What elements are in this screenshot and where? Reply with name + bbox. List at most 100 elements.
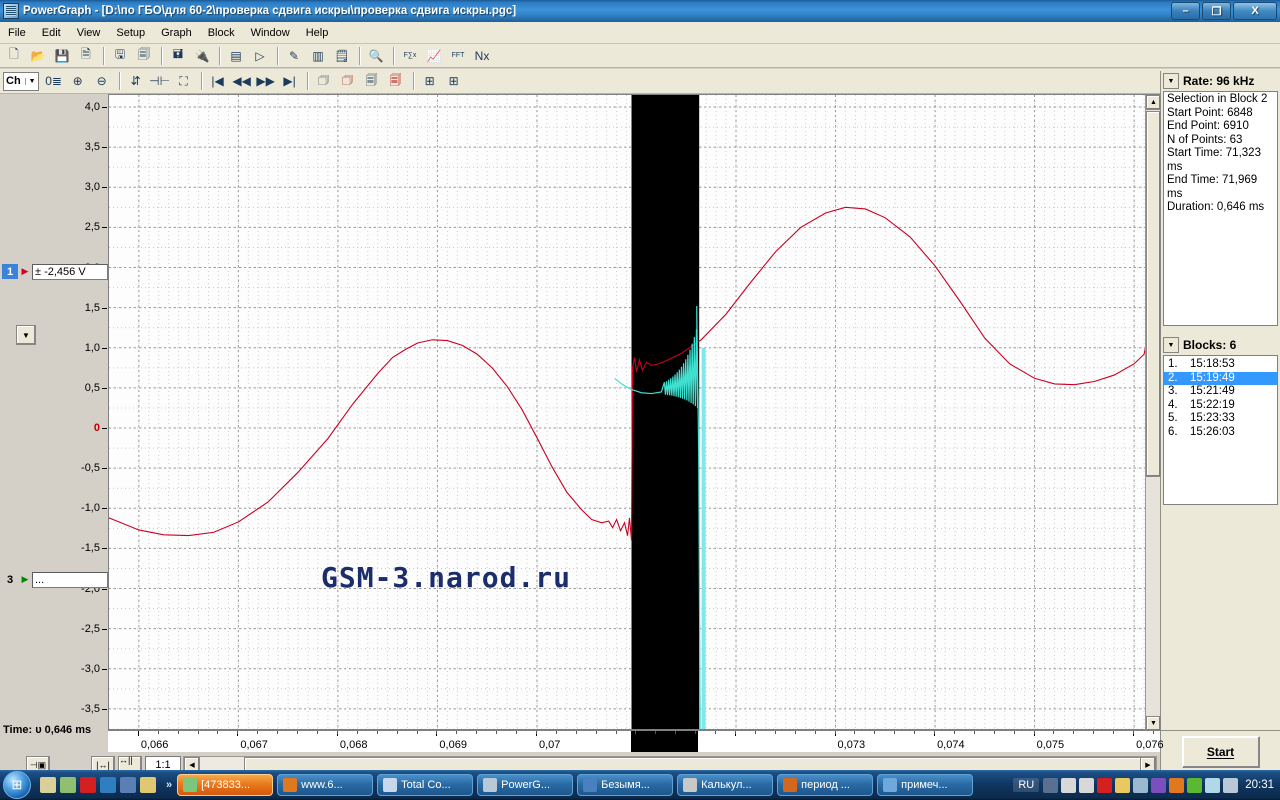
taskbar-button[interactable]: Total Co... xyxy=(377,774,474,796)
go-last-icon[interactable]: ▶| xyxy=(279,71,301,92)
go-next-icon[interactable]: ▶▶ xyxy=(255,71,277,92)
scroll-up-button[interactable]: ▲ xyxy=(1146,95,1161,110)
windows-orb-icon[interactable]: ⊞ xyxy=(3,771,31,799)
scroll-down-button[interactable]: ▼ xyxy=(1146,716,1161,731)
delete-block-icon[interactable]: 🗇 xyxy=(337,71,359,92)
taskbar-button[interactable]: Безымя... xyxy=(577,774,674,796)
blocks-dropdown-button[interactable]: ▼ xyxy=(1163,337,1179,353)
data-sheet-icon[interactable]: 🗒 xyxy=(331,45,353,66)
tray-speaker-icon[interactable] xyxy=(1079,777,1095,793)
quicklaunch-clock-icon[interactable] xyxy=(140,777,156,793)
tray-refresh-icon[interactable] xyxy=(1169,777,1185,793)
menu-item-window[interactable]: Window xyxy=(243,24,298,42)
chevron-more-icon[interactable]: » xyxy=(161,779,177,791)
copy-page-icon[interactable]: 🗎 xyxy=(75,45,97,66)
device-board-icon[interactable]: ▤ xyxy=(225,45,247,66)
vertical-scrollbar[interactable]: ▲ ▼ xyxy=(1145,95,1161,731)
block-list-item[interactable]: 4. 15:22:19 xyxy=(1164,399,1277,413)
taskbar-button[interactable]: PowerG... xyxy=(477,774,574,796)
quicklaunch-ie-icon[interactable] xyxy=(100,777,116,793)
channel-value-field[interactable]: ± -2,456 V xyxy=(32,263,108,280)
taskbar-button[interactable]: www.6... xyxy=(277,774,374,796)
taskbar-button[interactable]: примеч... xyxy=(877,774,974,796)
tray-volume-icon[interactable] xyxy=(1061,777,1077,793)
new-file-icon[interactable]: 🗋 xyxy=(3,45,25,66)
zoom-in-icon[interactable]: ⊕ xyxy=(67,71,89,92)
add-block-icon[interactable]: 🗇 xyxy=(313,71,335,92)
export-file-icon[interactable]: 🖬 xyxy=(167,45,189,66)
tray-network-disconnected-icon[interactable] xyxy=(1043,777,1059,793)
insert-left-icon[interactable]: ⊞ xyxy=(419,71,441,92)
fit-window-icon[interactable]: ⛶ xyxy=(173,71,195,92)
insert-right-icon[interactable]: ⊞ xyxy=(443,71,465,92)
blocks-list[interactable]: 1. 15:18:53 2. 15:19:49 3. 15:21:49 4. 15:22:19… xyxy=(1163,355,1278,505)
tray-update-icon[interactable] xyxy=(1133,777,1149,793)
language-indicator[interactable]: RU xyxy=(1013,778,1040,792)
zoom-out-icon[interactable]: ⊖ xyxy=(91,71,113,92)
selection-highlight-band[interactable] xyxy=(631,95,700,729)
channel-value-field[interactable]: ... xyxy=(32,571,108,588)
minimize-button[interactable]: – xyxy=(1171,2,1200,20)
tray-monitor-icon[interactable] xyxy=(1223,777,1239,793)
quicklaunch-chart-icon[interactable] xyxy=(120,777,136,793)
align-vertical-icon[interactable]: ⇵ xyxy=(125,71,147,92)
maximize-button[interactable]: ❐ xyxy=(1202,2,1231,20)
fft-icon[interactable]: FFT xyxy=(447,45,469,66)
menu-item-help[interactable]: Help xyxy=(298,24,337,42)
tray-wifi-icon[interactable] xyxy=(1187,777,1203,793)
taskbar-clock[interactable]: 20:31 xyxy=(1245,779,1274,791)
channel-select-dropdown[interactable]: Ch ▼ xyxy=(3,71,39,91)
block-list-item[interactable]: 1. 15:18:53 xyxy=(1164,358,1277,372)
menu-item-edit[interactable]: Edit xyxy=(34,24,69,42)
rate-dropdown-button[interactable]: ▼ xyxy=(1163,73,1179,89)
menu-item-graph[interactable]: Graph xyxy=(153,24,200,42)
block-time: 15:21:49 xyxy=(1190,385,1235,397)
delete-blocks-icon[interactable]: 🗐 xyxy=(385,71,407,92)
tray-power-icon[interactable] xyxy=(1151,777,1167,793)
vertical-scroll-thumb[interactable] xyxy=(1146,111,1161,477)
spectrum-icon[interactable]: 📈 xyxy=(423,45,445,66)
quicklaunch-media-icon[interactable] xyxy=(60,777,76,793)
go-prev-icon[interactable]: ◀◀ xyxy=(231,71,253,92)
menu-item-view[interactable]: View xyxy=(69,24,109,42)
formula-icon[interactable]: F∑x xyxy=(399,45,421,66)
chevron-down-icon[interactable]: ▼ xyxy=(24,77,36,85)
tray-notepad-icon[interactable] xyxy=(1115,777,1131,793)
channel-expand-triangle-icon[interactable]: ▶ xyxy=(18,574,32,585)
zero-level-icon[interactable]: 0≣ xyxy=(43,71,65,92)
display-panel-icon[interactable]: ▥ xyxy=(307,45,329,66)
save-file-icon[interactable]: 💾 xyxy=(51,45,73,66)
channel-number[interactable]: 3 xyxy=(2,572,18,587)
plot-canvas[interactable]: GSM-3.narod.ru xyxy=(109,95,1159,729)
measure-zoom-icon[interactable]: 🔍 xyxy=(365,45,387,66)
save-selection-icon[interactable]: 🖫 xyxy=(109,45,131,66)
go-first-icon[interactable]: |◀ xyxy=(207,71,229,92)
menu-item-file[interactable]: File xyxy=(0,24,34,42)
close-button[interactable]: X xyxy=(1233,2,1277,20)
menu-item-block[interactable]: Block xyxy=(200,24,243,42)
start-recording-button[interactable]: Start xyxy=(1181,735,1260,768)
block-list-item[interactable]: 3. 15:21:49 xyxy=(1164,385,1277,399)
channel-expand-triangle-icon[interactable]: ▶ xyxy=(18,266,32,277)
histogram-icon[interactable]: Nx xyxy=(471,45,493,66)
align-center-icon[interactable]: ⊣⊢ xyxy=(149,71,171,92)
block-list-item[interactable]: 5. 15:23:33 xyxy=(1164,412,1277,426)
signal-generator-icon[interactable]: ▷ xyxy=(249,45,271,66)
tray-usb-icon[interactable] xyxy=(1205,777,1221,793)
channel-number[interactable]: 1 xyxy=(2,264,18,279)
device-connect-icon[interactable]: 🔌 xyxy=(191,45,213,66)
marker-pen-icon[interactable]: ✎ xyxy=(283,45,305,66)
channel-collapse-button[interactable]: ▼ xyxy=(16,325,36,345)
taskbar-button[interactable]: [473833... xyxy=(177,774,274,796)
open-file-icon[interactable]: 📂 xyxy=(27,45,49,66)
quicklaunch-save-icon[interactable] xyxy=(40,777,56,793)
quicklaunch-opera-icon[interactable] xyxy=(80,777,96,793)
taskbar-button[interactable]: Калькул... xyxy=(677,774,774,796)
tray-antivirus-icon[interactable] xyxy=(1097,777,1113,793)
block-list-item[interactable]: 2. 15:19:49 xyxy=(1164,371,1277,385)
export-data-icon[interactable]: 🗐 xyxy=(133,45,155,66)
block-list-item[interactable]: 6. 15:26:03 xyxy=(1164,426,1277,440)
add-blocks-icon[interactable]: 🗐 xyxy=(361,71,383,92)
menu-item-setup[interactable]: Setup xyxy=(108,24,153,42)
taskbar-button[interactable]: период ... xyxy=(777,774,874,796)
